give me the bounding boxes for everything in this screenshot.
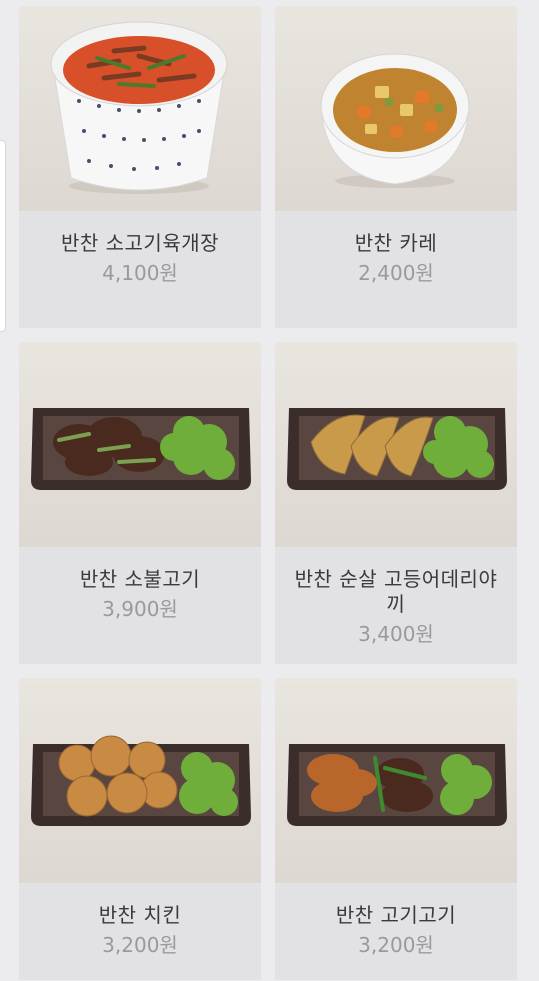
product-row: 반찬 소불고기 3,900원 반찬 순살 고등어데리야끼 3,400원 [19, 342, 517, 664]
product-name[interactable]: 반찬 고기고기 [275, 903, 517, 928]
product-card-yukgaejang[interactable]: 반찬 소고기육개장 4,100원 [19, 6, 261, 328]
product-row: 반찬 치킨 3,200원 반찬 고기고기 3,200원 [19, 678, 517, 980]
product-image[interactable] [275, 678, 517, 883]
product-card-curry[interactable]: 반찬 카레 2,400원 [275, 6, 517, 328]
product-price: 3,900원 [102, 597, 178, 621]
product-name[interactable]: 반찬 카레 [275, 231, 517, 256]
product-image[interactable] [19, 6, 261, 211]
product-card-mackerel[interactable]: 반찬 순살 고등어데리야끼 3,400원 [275, 342, 517, 664]
product-price: 3,200원 [102, 933, 178, 957]
product-price: 2,400원 [358, 261, 434, 285]
product-image[interactable] [19, 342, 261, 547]
product-card-bulgogi[interactable]: 반찬 소불고기 3,900원 [19, 342, 261, 664]
product-image[interactable] [19, 678, 261, 883]
product-card-chicken[interactable]: 반찬 치킨 3,200원 [19, 678, 261, 980]
product-price: 3,200원 [358, 933, 434, 957]
product-name[interactable]: 반찬 순살 고등어데리야끼 [275, 567, 517, 617]
side-scroll-handle[interactable] [0, 140, 6, 332]
product-card-gogigogi[interactable]: 반찬 고기고기 3,200원 [275, 678, 517, 980]
product-name[interactable]: 반찬 소고기육개장 [19, 231, 261, 256]
product-image[interactable] [275, 342, 517, 547]
product-name[interactable]: 반찬 치킨 [19, 903, 261, 928]
product-name[interactable]: 반찬 소불고기 [19, 567, 261, 592]
product-row: 반찬 소고기육개장 4,100원 반찬 카레 2,400원 [19, 6, 517, 328]
product-price: 4,100원 [102, 261, 178, 285]
product-price: 3,400원 [358, 622, 434, 646]
product-image[interactable] [275, 6, 517, 211]
